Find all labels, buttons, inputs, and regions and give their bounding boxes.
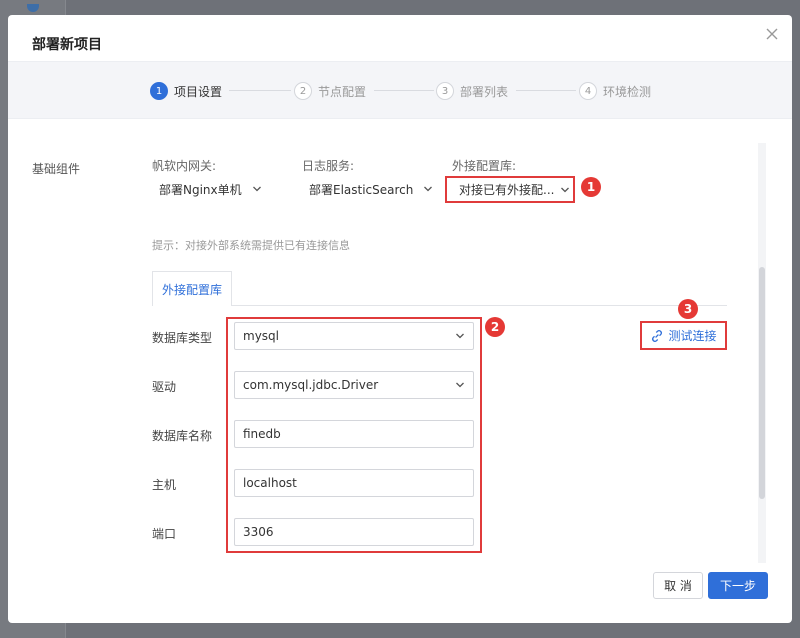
- deploy-dialog: 部署新项目 1 项目设置 2 节点配置 3 部署列表 4 环境检测 基础组件 帆…: [8, 15, 792, 623]
- log-service-select[interactable]: 部署ElasticSearch: [309, 178, 433, 200]
- db-type-label: 数据库类型: [152, 331, 213, 345]
- annotation-badge-3: 3: [678, 299, 698, 319]
- driver-value: com.mysql.jdbc.Driver: [243, 378, 379, 392]
- cancel-button[interactable]: 取 消: [653, 572, 703, 599]
- external-config-db-select[interactable]: 对接已有外接配...: [445, 176, 575, 203]
- gateway-value: 部署Nginx单机: [159, 182, 242, 197]
- dialog-title: 部署新项目: [32, 37, 102, 53]
- hint-text: 提示：对接外部系统需提供已有连接信息: [152, 239, 350, 252]
- step-connector: [374, 90, 434, 91]
- step-label: 节点配置: [318, 84, 367, 99]
- scrollbar-thumb[interactable]: [759, 267, 765, 499]
- chevron-down-icon: [455, 331, 465, 341]
- step-label: 项目设置: [174, 84, 223, 99]
- step-label: 环境检测: [603, 84, 652, 99]
- external-config-db-label: 外接配置库:: [452, 159, 517, 173]
- link-icon: [650, 329, 664, 343]
- host-input[interactable]: localhost: [234, 469, 474, 497]
- annotation-badge-1: 1: [581, 177, 601, 197]
- external-config-db-value: 对接已有外接配...: [459, 183, 555, 197]
- step-label: 部署列表: [460, 84, 509, 99]
- step-connector: [229, 90, 291, 91]
- step-deploy-list: 3 部署列表: [436, 81, 508, 101]
- backdrop-logo: [27, 4, 39, 12]
- chevron-down-icon: [423, 184, 433, 194]
- db-name-input[interactable]: finedb: [234, 420, 474, 448]
- log-service-value: 部署ElasticSearch: [309, 182, 414, 197]
- step-connector: [516, 90, 576, 91]
- log-service-label: 日志服务:: [302, 159, 355, 173]
- chevron-down-icon: [252, 184, 262, 194]
- driver-select[interactable]: com.mysql.jdbc.Driver: [234, 371, 474, 399]
- db-type-select[interactable]: mysql: [234, 322, 474, 350]
- driver-label: 驱动: [152, 380, 177, 394]
- test-connection-label: 测试连接: [668, 329, 717, 343]
- gateway-select[interactable]: 部署Nginx单机: [159, 178, 262, 200]
- db-type-value: mysql: [243, 329, 279, 343]
- next-step-button[interactable]: 下一步: [708, 572, 768, 599]
- chevron-down-icon: [455, 380, 465, 390]
- chevron-down-icon: [560, 185, 570, 195]
- step-number: 3: [436, 82, 454, 100]
- annotation-badge-2: 2: [485, 317, 505, 337]
- tab-external-config-db[interactable]: 外接配置库: [152, 271, 232, 306]
- port-label: 端口: [152, 527, 177, 541]
- step-number: 4: [579, 82, 597, 100]
- gateway-label: 帆软内网关:: [152, 159, 217, 173]
- step-number: 1: [150, 82, 168, 100]
- step-env-check: 4 环境检测: [579, 81, 651, 101]
- test-connection-button[interactable]: 测试连接: [640, 321, 727, 350]
- step-project-settings: 1 项目设置: [150, 81, 222, 101]
- tab-divider: [152, 305, 727, 306]
- steps-bar: 1 项目设置 2 节点配置 3 部署列表 4 环境检测: [8, 61, 792, 119]
- section-basic-components: 基础组件: [32, 162, 81, 176]
- close-icon[interactable]: [763, 25, 781, 43]
- host-label: 主机: [152, 478, 177, 492]
- db-name-label: 数据库名称: [152, 429, 213, 443]
- port-input[interactable]: 3306: [234, 518, 474, 546]
- step-node-config: 2 节点配置: [294, 81, 366, 101]
- step-number: 2: [294, 82, 312, 100]
